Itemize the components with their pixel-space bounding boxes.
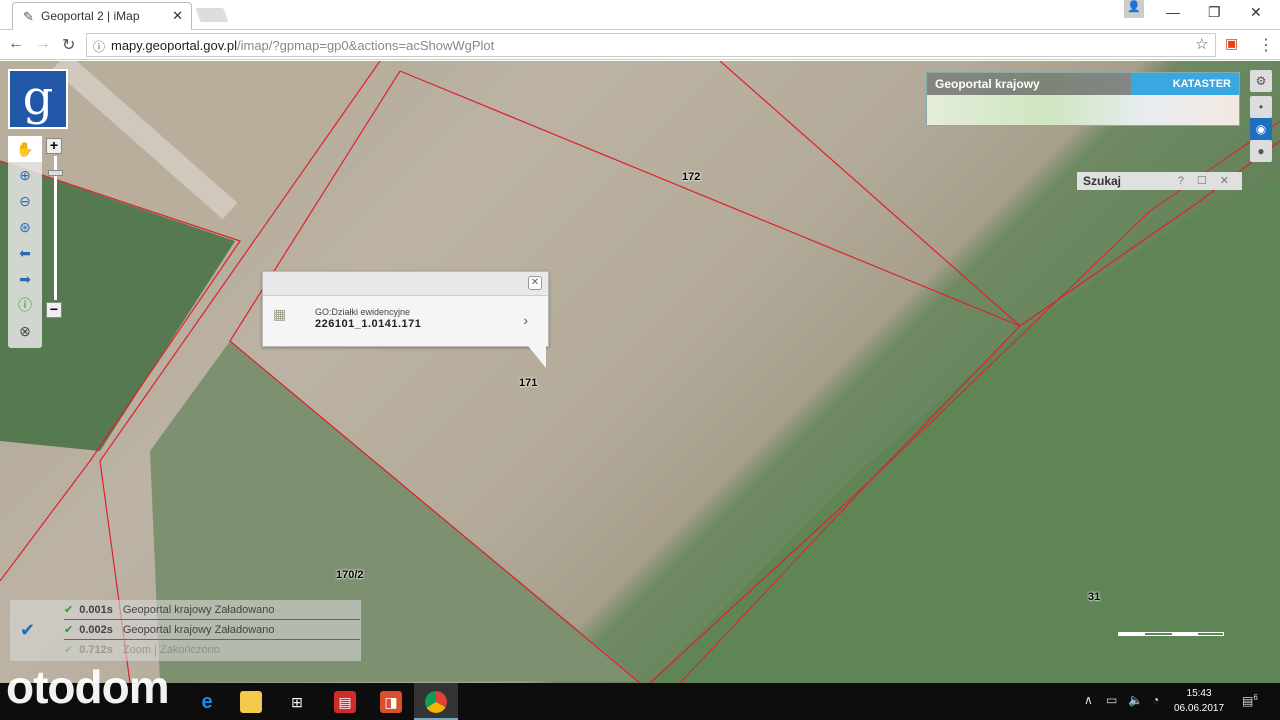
volume-icon[interactable]: 🔈 [1128,693,1143,707]
search-panel[interactable]: Szukaj ? ☐ ✕ [1077,172,1242,190]
zoom-minus-button[interactable]: − [46,302,62,318]
popup-layer-name: GO:Działki ewidencyjne [315,307,411,317]
field-green-right [650,181,1280,683]
chrome-taskbar-button[interactable] [414,683,458,720]
chrome-icon [425,691,447,713]
zoom-slider[interactable]: + − [46,138,64,322]
measure-icon[interactable]: ⊗ [8,318,42,344]
edge-icon[interactable]: e [196,691,218,713]
geoportal-logo[interactable]: g [8,69,68,129]
zoom-in-icon[interactable]: ⊕ [8,162,42,188]
zoom-track[interactable] [47,156,63,300]
popup-tail [528,346,546,368]
menu-icon[interactable]: ⋮ [1258,35,1274,55]
side-controls: ⚙ • ◉ ● [1250,70,1272,166]
scale-bar [1118,632,1224,636]
info-icon: ⓘ [93,40,106,54]
tab-bar: ✎ Geoportal 2 | iMap ✕ 👤 — ❐ ✕ [0,0,1280,30]
status-row: ✔ 0.001s Geoportal krajowy Załadowano [64,600,360,620]
url-path: /imap/?gpmap=gp0&actions=acShowWgPlot [236,38,495,53]
basemap-title: Geoportal krajowy [927,73,1131,95]
zoom-knob[interactable] [47,170,63,176]
eye-off-icon[interactable]: ● [1250,140,1272,162]
settings-gear-icon[interactable]: ⚙ [1250,70,1272,92]
check-icon: ✔ [64,604,74,616]
taskbar: e ⊞ ▤ ◨ ∧ ▭ 🔈 ◔ 15:43 06.06.2017 ▤6 [0,683,1280,720]
map-toolbar: ✋ ⊕ ⊖ ⊛ ⬅ ➡ ⓘ ⊗ [8,136,42,348]
file-explorer-icon[interactable] [240,691,262,713]
previous-view-icon[interactable]: ⬅ [8,240,42,266]
store-icon[interactable]: ⊞ [286,691,308,713]
search-panel-controls[interactable]: ? ☐ ✕ [1178,174,1234,187]
loading-status-panel: ✔ ✔ 0.001s Geoportal krajowy Załadowano ✔ 0… [10,600,361,661]
kataster-badge[interactable]: KATASTER [1131,73,1239,95]
address-bar-row: ← → ↻ ⓘ mapy.geoportal.gov.pl/imap/?gpma… [0,30,1280,60]
parcel-label[interactable]: 172 [682,171,700,183]
tray-chevron-icon[interactable]: ∧ [1084,693,1093,707]
check-icon: ✔ [64,624,74,636]
geoportal-favicon-icon: ✎ [23,9,34,24]
info-tool-icon[interactable]: ⓘ [8,292,42,318]
wifi-icon[interactable]: ◔ [1152,693,1159,707]
browser-tab[interactable]: ✎ Geoportal 2 | iMap ✕ [12,2,192,30]
otodom-watermark: otodom [6,661,170,713]
clock[interactable]: 15:43 06.06.2017 [1174,686,1224,716]
check-icon: ✔ [64,644,74,656]
back-icon[interactable]: ← [8,35,24,53]
search-panel-title: Szukaj [1083,174,1122,188]
status-row: ✔ 0.002s Geoportal krajowy Załadowano [64,620,360,640]
reader-icon[interactable]: ▤ [334,691,356,713]
parcel-info-popup: ✕ ▦ GO:Działki ewidencyjne 226101_1.0141… [262,271,549,347]
popup-parcel-id[interactable]: 226101_1.0141.171 [315,318,421,330]
pdf-icon[interactable]: ◨ [380,691,402,713]
parcel-label[interactable]: 171 [519,377,537,389]
reload-icon[interactable]: ↻ [62,35,75,55]
new-tab-button[interactable] [195,8,229,22]
popup-close-button[interactable]: ✕ [528,276,542,290]
office-extension-icon[interactable]: ▣ [1225,35,1238,52]
action-center-icon[interactable]: ▤6 [1242,693,1258,708]
forward-icon[interactable]: → [35,35,51,53]
status-row: ✔ 0.712s Zoom | Zakończono [64,644,220,656]
zoom-extent-icon[interactable]: ⊛ [8,214,42,240]
parcel-label[interactable]: 170/2 [336,569,364,581]
zoom-plus-button[interactable]: + [46,138,62,154]
parcel-layer-icon: ▦ [273,306,287,322]
zoom-out-icon[interactable]: ⊖ [8,188,42,214]
map-canvas[interactable]: 172 171 170/2 31 [0,61,1280,683]
close-tab-icon[interactable]: ✕ [172,8,183,24]
chevron-right-icon[interactable]: › [523,312,528,328]
minimize-button[interactable]: — [1166,4,1180,20]
profile-icon[interactable]: 👤 [1124,0,1144,18]
parcel-label[interactable]: 31 [1088,591,1100,603]
popup-header [263,272,548,296]
parcel-boundaries [0,61,1280,683]
pan-hand-icon[interactable]: ✋ [8,136,42,162]
eye-icon[interactable]: ◉ [1250,118,1272,140]
basemap-switcher[interactable]: Geoportal krajowy KATASTER [926,72,1240,126]
url-input[interactable]: ⓘ mapy.geoportal.gov.pl/imap/?gpmap=gp0&… [86,33,1216,57]
checkmark-icon[interactable]: ✔ [20,620,35,641]
bookmark-star-icon[interactable]: ☆ [1195,35,1208,53]
battery-icon[interactable]: ▭ [1106,693,1117,707]
close-window-button[interactable]: ✕ [1250,4,1262,21]
dot-icon[interactable]: • [1250,96,1272,118]
url-host: mapy.geoportal.gov.pl [111,38,237,53]
next-view-icon[interactable]: ➡ [8,266,42,292]
restore-button[interactable]: ❐ [1208,4,1221,21]
tab-title: Geoportal 2 | iMap [41,9,140,23]
